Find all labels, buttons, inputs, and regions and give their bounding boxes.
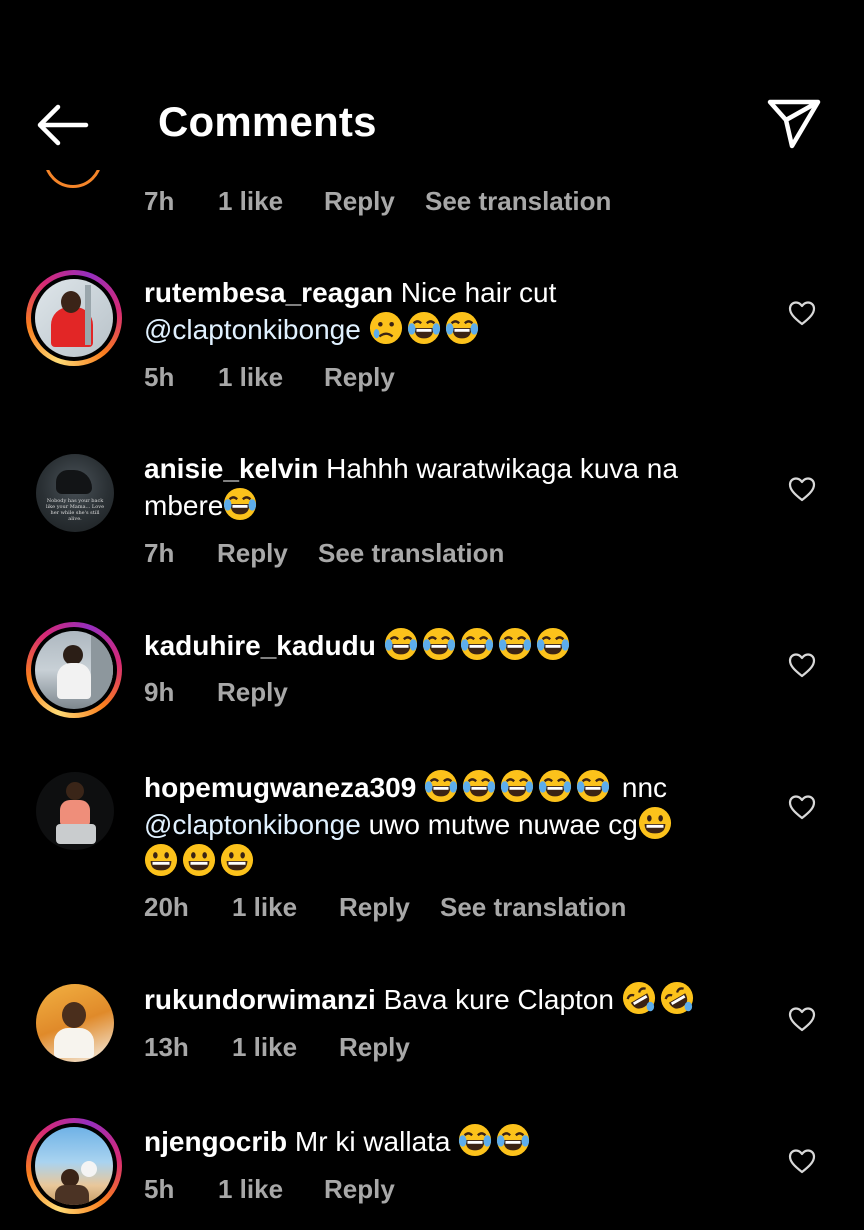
emoji-rofl <box>622 981 656 1015</box>
emoji-grin <box>144 843 178 877</box>
comment-time: 9h <box>144 677 175 707</box>
emoji-laugh-cry <box>498 627 532 661</box>
reply-button[interactable]: Reply <box>324 186 395 217</box>
heart-icon[interactable] <box>788 1006 816 1032</box>
see-translation-button[interactable]: See translation <box>318 538 504 569</box>
emoji-sad-tear <box>369 311 403 345</box>
comment-username[interactable]: njengocrib <box>144 1126 287 1157</box>
reply-button[interactable]: Reply <box>217 538 288 569</box>
comment-username[interactable]: rukundorwimanzi <box>144 984 376 1015</box>
header-bar: Comments <box>0 0 864 170</box>
see-translation-button[interactable]: See translation <box>425 186 611 217</box>
comment-text: Hahhh waratwikaga kuva na <box>326 453 678 484</box>
see-translation-button[interactable]: See translation <box>440 892 626 923</box>
emoji-grin <box>182 843 216 877</box>
reply-button[interactable]: Reply <box>217 677 288 708</box>
reply-button[interactable]: Reply <box>324 362 395 393</box>
page-title: Comments <box>158 98 377 145</box>
comment-time: 7h <box>144 538 175 568</box>
mention-link[interactable]: @claptonkibonge <box>144 809 361 840</box>
emoji-laugh-cry <box>462 769 496 803</box>
avatar[interactable] <box>26 1118 122 1214</box>
back-arrow-icon[interactable] <box>34 102 90 148</box>
comment-time: 7h <box>144 186 175 216</box>
emoji-laugh-cry <box>536 627 570 661</box>
reply-button[interactable]: Reply <box>339 1032 410 1063</box>
comment-text: Mr ki wallata <box>294 1126 451 1157</box>
emoji-laugh-cry <box>424 769 458 803</box>
emoji-laugh-cry <box>384 627 418 661</box>
comment-username[interactable]: rutembesa_reagan <box>144 277 393 308</box>
avatar[interactable] <box>36 772 114 850</box>
comment-username[interactable]: hopemugwaneza309 <box>144 772 416 803</box>
comment-username[interactable]: kaduhire_kadudu <box>144 630 376 661</box>
comment-time: 5h <box>144 362 175 392</box>
emoji-laugh-cry <box>223 487 257 521</box>
heart-icon[interactable] <box>788 652 816 678</box>
comment-text: nnc <box>621 772 668 803</box>
comment-time: 13h <box>144 1032 189 1062</box>
reply-button[interactable]: Reply <box>324 1174 395 1205</box>
emoji-laugh-cry <box>422 627 456 661</box>
heart-icon[interactable] <box>788 300 816 326</box>
emoji-rofl <box>660 981 694 1015</box>
emoji-laugh-cry <box>538 769 572 803</box>
emoji-grin <box>638 806 672 840</box>
avatar-caption: Nobody has your back like your Mama... L… <box>45 498 105 522</box>
mention-link[interactable]: @claptonkibonge <box>144 314 361 345</box>
avatar[interactable] <box>26 270 122 366</box>
emoji-laugh-cry <box>460 627 494 661</box>
comment-text: Bava kure Clapton <box>383 984 614 1015</box>
comment-username[interactable]: anisie_kelvin <box>144 453 318 484</box>
comment-text: Nice hair cut <box>400 277 557 308</box>
comment-time: 5h <box>144 1174 175 1204</box>
comment-text-continued: mbere <box>144 490 224 521</box>
avatar[interactable] <box>36 984 114 1062</box>
like-count[interactable]: 1 like <box>218 1174 283 1205</box>
like-count[interactable]: 1 like <box>218 362 283 393</box>
like-count[interactable]: 1 like <box>232 892 297 923</box>
like-count[interactable]: 1 like <box>218 186 283 217</box>
comment-text-continued: uwo mutwe nuwae cg <box>368 809 638 840</box>
emoji-laugh-cry <box>458 1123 492 1157</box>
emoji-laugh-cry <box>445 311 479 345</box>
comment-time: 20h <box>144 892 189 922</box>
like-count[interactable]: 1 like <box>232 1032 297 1063</box>
reply-button[interactable]: Reply <box>339 892 410 923</box>
heart-icon[interactable] <box>788 794 816 820</box>
heart-icon[interactable] <box>788 1148 816 1174</box>
emoji-laugh-cry <box>500 769 534 803</box>
avatar[interactable]: Nobody has your back like your Mama... L… <box>36 454 114 532</box>
emoji-laugh-cry <box>576 769 610 803</box>
heart-icon[interactable] <box>788 476 816 502</box>
emoji-laugh-cry <box>496 1123 530 1157</box>
emoji-laugh-cry <box>407 311 441 345</box>
avatar[interactable] <box>26 622 122 718</box>
send-icon[interactable] <box>766 96 822 150</box>
emoji-grin <box>220 843 254 877</box>
